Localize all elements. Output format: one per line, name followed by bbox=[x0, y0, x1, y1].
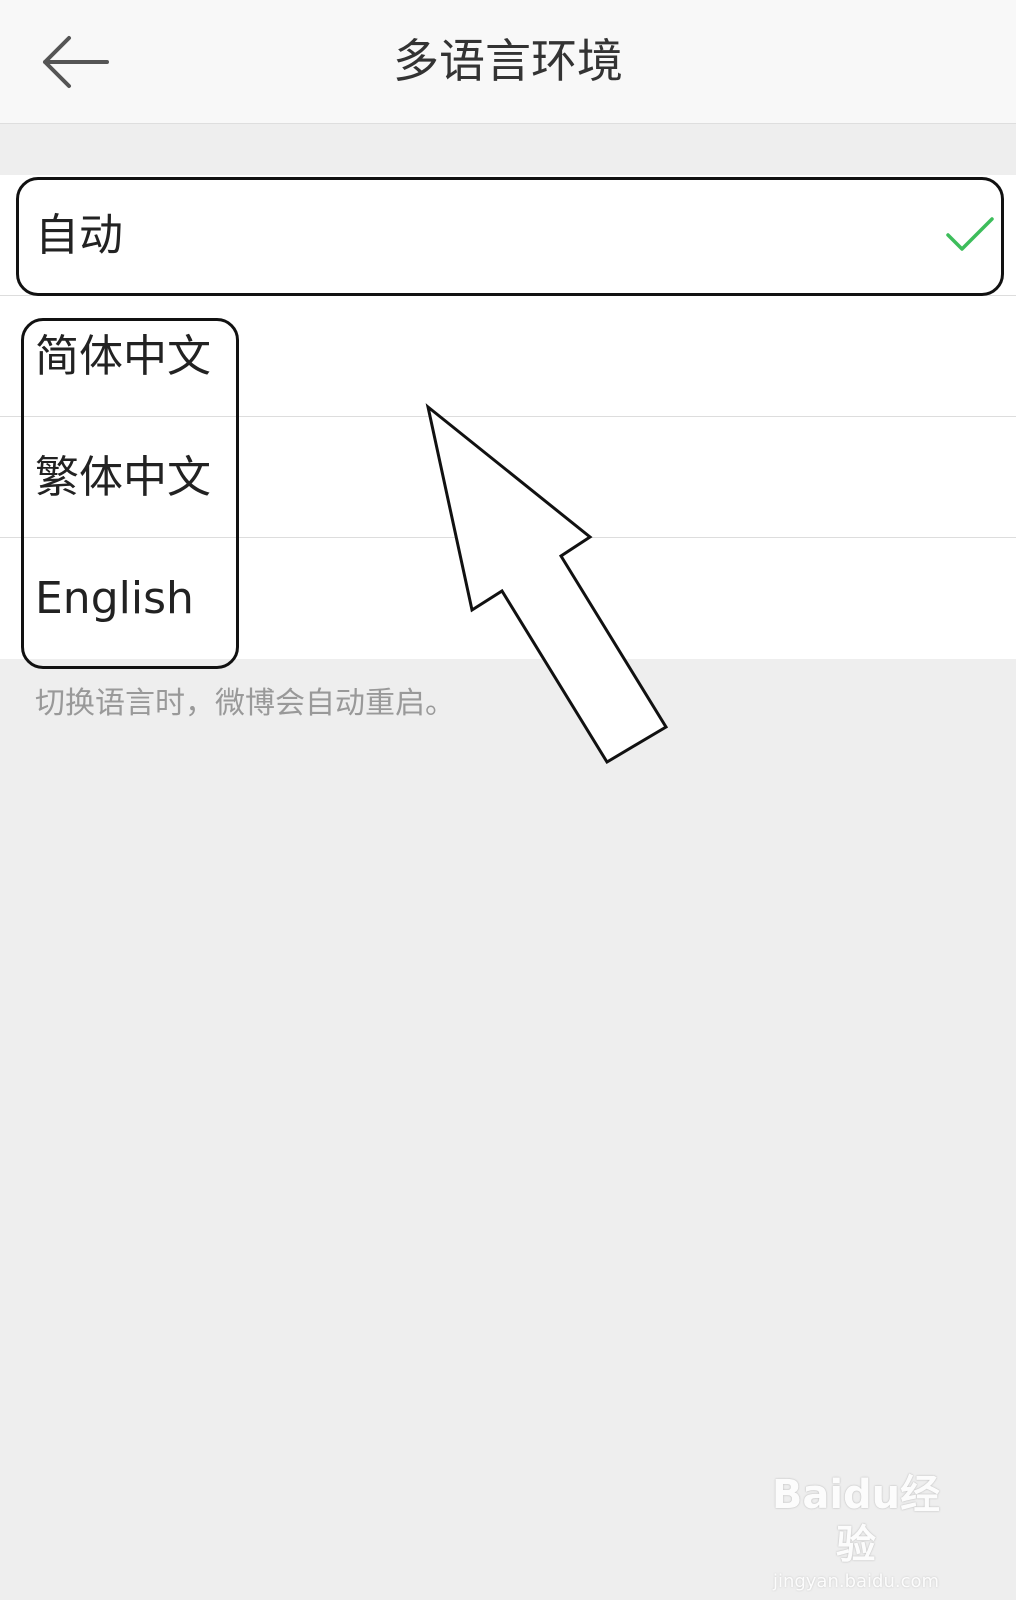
watermark-url: jingyan.baidu.com bbox=[772, 1571, 940, 1592]
watermark-brand: Baidu经验 bbox=[771, 1472, 941, 1568]
language-list: 自动 简体中文 繁体中文 English bbox=[0, 175, 1016, 659]
language-option-english[interactable]: English bbox=[0, 538, 1016, 659]
language-label: 自动 bbox=[35, 210, 123, 261]
language-option-auto[interactable]: 自动 bbox=[0, 175, 1016, 296]
language-label: 简体中文 bbox=[35, 331, 211, 382]
language-label: English bbox=[35, 573, 194, 624]
language-label: 繁体中文 bbox=[35, 452, 211, 503]
restart-hint: 切换语言时，微博会自动重启。 bbox=[35, 686, 455, 721]
checkmark-icon bbox=[946, 217, 994, 251]
watermark-logo: Baidu经验 jingyan.baidu.com bbox=[756, 1470, 956, 1592]
page-title: 多语言环境 bbox=[393, 34, 623, 88]
language-option-traditional-chinese[interactable]: 繁体中文 bbox=[0, 417, 1016, 538]
language-option-simplified-chinese[interactable]: 简体中文 bbox=[0, 296, 1016, 417]
top-bar: 多语言环境 bbox=[0, 0, 1016, 124]
